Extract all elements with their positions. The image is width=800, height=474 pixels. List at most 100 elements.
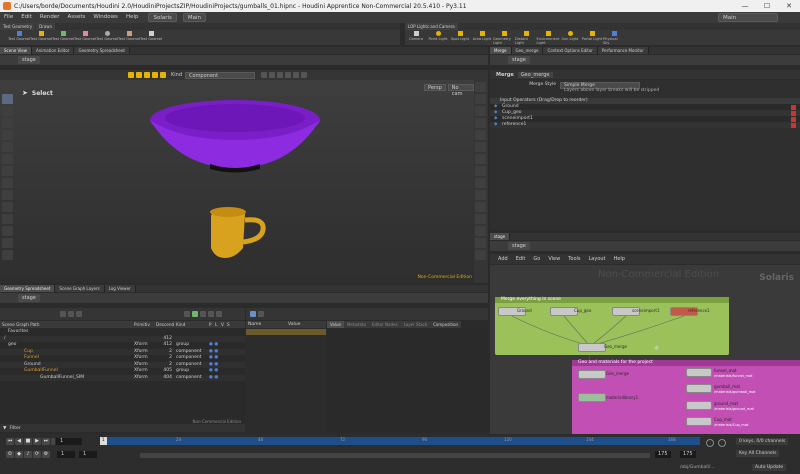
scenegraph-path-stage[interactable]: stage (18, 294, 40, 302)
menu-file[interactable]: File (0, 12, 17, 23)
camera-link-icon[interactable] (208, 311, 214, 317)
jump-start-icon[interactable]: ⏮ (6, 438, 14, 445)
context-selector[interactable]: Main (182, 13, 207, 22)
tab-animation-editor[interactable]: Animation Editor (31, 47, 75, 54)
scenegraph-filter-bar[interactable]: ▼ Filter (0, 424, 245, 432)
remove-input-icon[interactable] (791, 122, 796, 128)
node-funnel-mat[interactable] (686, 368, 712, 377)
channel-icon[interactable] (718, 439, 726, 447)
tab-context-options[interactable]: Context Options Editor (543, 47, 598, 54)
grid-icon[interactable] (475, 130, 486, 140)
lock-icon[interactable] (2, 106, 13, 116)
col-value[interactable]: Value (288, 322, 300, 327)
key-icon[interactable] (706, 439, 714, 447)
viewport-path-stage[interactable]: stage (18, 56, 40, 64)
edit-material-icon[interactable] (2, 166, 13, 176)
node-geo-merge[interactable] (578, 343, 606, 352)
eye-icon[interactable] (475, 226, 486, 236)
jump-end-icon[interactable]: ⏭ (42, 438, 50, 445)
mouse-icon[interactable] (293, 72, 300, 78)
capture-icon[interactable] (475, 250, 486, 260)
remove-input-icon[interactable] (791, 116, 796, 122)
params-path-stage[interactable]: stage (508, 56, 530, 64)
shelf-tool-portal-light[interactable]: Portal Light (581, 30, 603, 45)
safe-area-icon[interactable] (475, 178, 486, 188)
transform-handle-icon[interactable] (2, 154, 13, 164)
keys-channels-label[interactable]: 0 keys, 0/0 channels (736, 438, 789, 445)
range-end-b-field[interactable]: 175 (680, 451, 696, 458)
current-frame-field[interactable]: 1 (56, 438, 82, 445)
shelf-tool-point-light[interactable]: Point Light (427, 30, 449, 45)
expand-icon[interactable] (68, 311, 74, 317)
network-path-stage[interactable]: stage (508, 242, 530, 250)
node-geo-merge-2[interactable] (578, 370, 606, 379)
net-menu-tools[interactable]: Tools (564, 256, 584, 262)
primprops-selected-row[interactable] (246, 329, 326, 335)
keyframe-icon[interactable]: ◆ (15, 451, 23, 458)
loop-icon[interactable]: ⟳ (33, 451, 41, 458)
col-descend[interactable]: Descend (156, 322, 176, 327)
shading-icon[interactable] (475, 94, 486, 104)
snap-icon[interactable] (261, 72, 268, 78)
hd-icon[interactable] (475, 238, 486, 248)
shelf-tab-drawn[interactable]: Drawn (36, 23, 56, 30)
net-menu-help[interactable]: Help (610, 256, 629, 262)
select-prims-icon[interactable] (136, 72, 142, 78)
shelf-tool-pig-head[interactable]: Test Geometry: Pig Head (74, 30, 96, 45)
net-menu-go[interactable]: Go (529, 256, 544, 262)
shelf-tool-physical-sky[interactable]: Physical Sky (603, 30, 625, 45)
prim-list-icon[interactable] (250, 311, 256, 317)
shelf-tool-tommy[interactable]: Test Geometry: Tommy (118, 30, 140, 45)
net-menu-view[interactable]: View (544, 256, 564, 262)
remove-input-icon[interactable] (791, 110, 796, 116)
tab-geometry-spreadsheet[interactable]: Geometry Spreadsheet (74, 47, 130, 54)
shelf-tool-rubber-toy[interactable]: Test Geometry: Rubber Toy (8, 30, 30, 45)
cup-geometry[interactable] (205, 202, 285, 262)
shelf-tool-crag[interactable]: Test Geometry: Crag (52, 30, 74, 45)
node-gumball-mat[interactable] (686, 384, 712, 393)
options-icon[interactable] (216, 311, 222, 317)
node-materiallibrary1[interactable] (578, 393, 606, 402)
audio-icon[interactable]: ♪ (24, 451, 32, 458)
menu-edit[interactable]: Edit (17, 12, 36, 23)
realtime-icon[interactable]: ⏲ (6, 451, 14, 458)
shelf-tool-camera[interactable]: Camera (405, 30, 427, 45)
render-icon[interactable] (475, 154, 486, 164)
select-all-icon[interactable] (277, 72, 284, 78)
funnel-bowl-geometry[interactable] (140, 90, 330, 180)
pin-icon[interactable] (184, 311, 190, 317)
col-name[interactable]: Name (246, 322, 288, 327)
range-bar[interactable] (140, 453, 650, 458)
shelf-tool-environment-light[interactable]: Environment Light (537, 30, 559, 45)
col-primitive[interactable]: Primitiv (134, 322, 156, 327)
rotate-icon[interactable] (2, 130, 13, 140)
select-tool-icon[interactable] (128, 72, 134, 78)
key-all-channels-button[interactable]: Key All Channels (736, 450, 780, 457)
node-name-field[interactable]: Geo_merge (517, 71, 553, 78)
remove-input-icon[interactable] (791, 104, 796, 110)
move-icon[interactable] (2, 118, 13, 128)
prim-grid-icon[interactable] (258, 311, 264, 317)
pose-icon[interactable] (2, 238, 13, 248)
kind-selector[interactable]: Component (185, 71, 256, 79)
tab-performance-monitor[interactable]: Performance Monitor (597, 47, 649, 54)
net-menu-layout[interactable]: Layout (585, 256, 610, 262)
tree-row-gumballfunnel-sim[interactable]: GumballFunnel_SIM Xform 404 component ● ● (0, 374, 245, 381)
net-menu-edit[interactable]: Edit (512, 256, 530, 262)
menu-render[interactable]: Render (36, 12, 64, 23)
camera-menu[interactable]: No cam (447, 84, 474, 97)
shelf-tool-area-light[interactable]: Area Light (471, 30, 493, 45)
shelf-tab-test-geometry[interactable]: Test Geometry (0, 23, 36, 30)
tab-scene-graph-layers[interactable]: Scene Graph Layers (55, 285, 105, 292)
light-tool-icon[interactable] (2, 178, 13, 188)
shelf-tool-distant-light[interactable]: Distant Light (515, 30, 537, 45)
home-icon[interactable] (475, 202, 486, 212)
auto-update-button[interactable]: Auto Update (752, 464, 787, 471)
tab-geometry-spreadsheet-lower[interactable]: Geometry Spreadsheet (0, 285, 56, 292)
play-icon[interactable]: ▶ (33, 438, 41, 445)
tab-composition[interactable]: Composition (430, 321, 462, 328)
right-desktop-selector[interactable]: Main (718, 13, 778, 22)
menu-windows[interactable]: Windows (89, 12, 122, 23)
shelf-tool-squab[interactable]: Test Geometry: Squab (30, 30, 52, 45)
collapse-icon[interactable] (60, 311, 66, 317)
